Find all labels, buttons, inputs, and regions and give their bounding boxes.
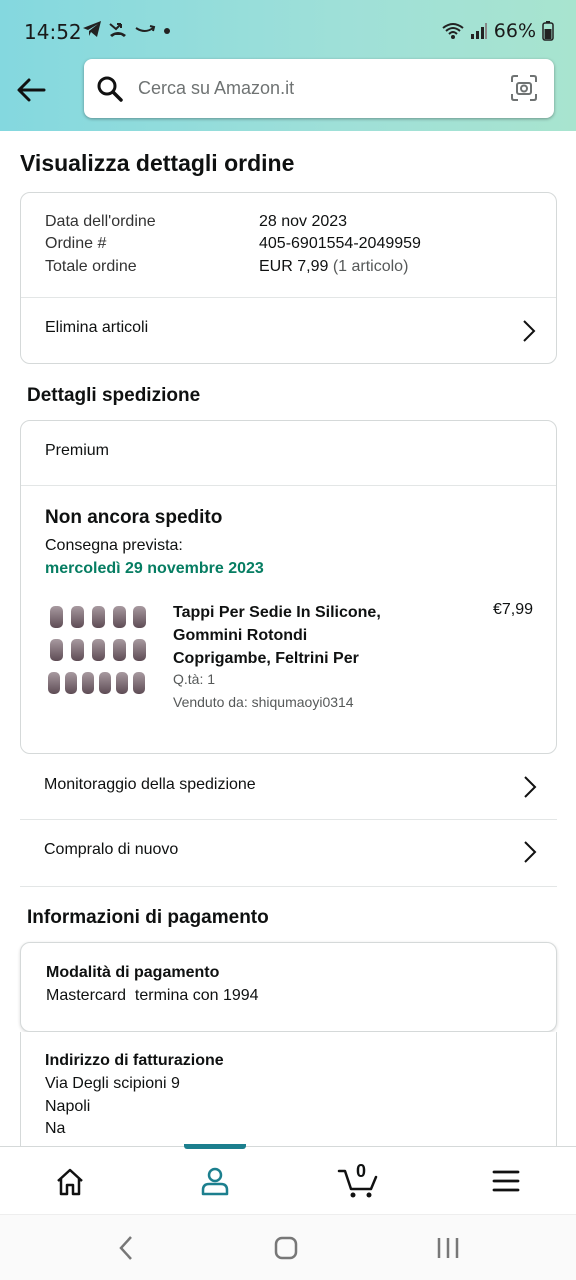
home-icon[interactable] (55, 1167, 85, 1197)
payment-method-card: Modalità di pagamento Mastercard termina… (20, 942, 557, 1032)
search-placeholder: Cerca su Amazon.it (138, 78, 295, 98)
delete-items-label: Elimina articoli (45, 319, 149, 336)
track-shipment-row[interactable]: Monitoraggio della spedizione (20, 755, 557, 820)
page-title: Visualizza dettagli ordine (20, 150, 295, 176)
amazon-smile-icon (135, 25, 156, 32)
delivery-label: Consegna prevista: (45, 537, 183, 554)
divider (21, 485, 556, 486)
camera-search-icon[interactable] (510, 74, 538, 102)
delete-items-row[interactable]: Elimina articoli (21, 298, 556, 364)
shipment-card: Premium Non ancora spedito Consegna prev… (20, 420, 557, 754)
order-total-label: Totale ordine (45, 258, 137, 275)
buy-again-row[interactable]: Compralo di nuovo (20, 820, 557, 887)
delivery-date: mercoledì 29 novembre 2023 (45, 560, 264, 577)
signal-icon (470, 23, 487, 39)
shipping-tier: Premium (45, 442, 110, 459)
status-notification-icons (82, 20, 172, 38)
order-total-value: EUR 7,99 (1 articolo) (259, 258, 408, 276)
chevron-right-icon (524, 841, 537, 863)
chevron-right-icon (523, 320, 536, 342)
telegram-icon (83, 21, 101, 37)
order-summary-card: Data dell'ordine 28 nov 2023 Ordine # 40… (20, 192, 557, 364)
order-number-label: Ordine # (45, 235, 107, 252)
app-header: 14:52 66% Cerca su Amazon.it (0, 0, 576, 131)
billing-address-title: Indirizzo di fatturazione (45, 1052, 224, 1069)
bottom-nav: 0 (0, 1144, 576, 1214)
order-number-value: 405-6901554-2049959 (259, 235, 421, 252)
back-arrow-icon[interactable] (14, 72, 50, 108)
product-qty: Q.tà: 1 (173, 671, 216, 687)
product-title-line: Coprigambe, Feltrini Per (173, 650, 359, 667)
product-image[interactable] (47, 601, 147, 701)
status-right: 66% (442, 20, 554, 42)
menu-icon[interactable] (492, 1169, 520, 1193)
product-title[interactable]: Tappi Per Sedie In Silicone, Gommini Rot… (173, 601, 381, 670)
chevron-right-icon (524, 776, 537, 798)
order-total-amount: EUR 7,99 (259, 258, 329, 275)
search-input[interactable]: Cerca su Amazon.it (84, 59, 554, 118)
order-date-label: Data dell'ordine (45, 213, 156, 230)
billing-address-line: Napoli (45, 1098, 91, 1115)
buy-again-label: Compralo di nuovo (44, 841, 179, 858)
account-icon[interactable] (199, 1165, 231, 1197)
shipment-status: Non ancora spedito (45, 507, 223, 528)
system-home-icon[interactable] (274, 1236, 298, 1260)
billing-address-line: Na (45, 1120, 66, 1137)
product-price: €7,99 (492, 601, 533, 618)
billing-address-card: Indirizzo di fatturazione Via Degli scip… (20, 1032, 557, 1152)
battery-percent: 66% (493, 20, 536, 42)
system-back-icon[interactable] (117, 1235, 135, 1261)
search-icon (97, 76, 123, 102)
missed-call-icon (109, 23, 126, 37)
product-seller: Venduto da: shiqumaoyi0314 (173, 694, 354, 710)
dot-icon (164, 28, 170, 34)
order-date-value: 28 nov 2023 (259, 213, 348, 230)
product-title-line: Tappi Per Sedie In Silicone, (173, 604, 381, 621)
cart-button[interactable]: 0 (337, 1161, 381, 1201)
cart-count: 0 (356, 1161, 367, 1181)
product-title-line: Gommini Rotondi (173, 627, 308, 644)
system-nav-bar (0, 1214, 576, 1280)
active-tab-indicator (184, 1144, 246, 1149)
payment-method-title: Modalità di pagamento (46, 964, 220, 981)
battery-icon (542, 21, 554, 41)
system-recents-icon[interactable] (436, 1236, 460, 1260)
track-shipment-label: Monitoraggio della spedizione (44, 776, 256, 793)
shipping-section-title: Dettagli spedizione (27, 385, 201, 406)
payment-method-value: Mastercard termina con 1994 (46, 987, 259, 1004)
payment-section-title: Informazioni di pagamento (27, 907, 269, 928)
wifi-icon (442, 23, 464, 39)
status-time: 14:52 (24, 20, 82, 44)
order-total-items: (1 articolo) (332, 258, 409, 275)
billing-address-line: Via Degli scipioni 9 (45, 1075, 180, 1092)
